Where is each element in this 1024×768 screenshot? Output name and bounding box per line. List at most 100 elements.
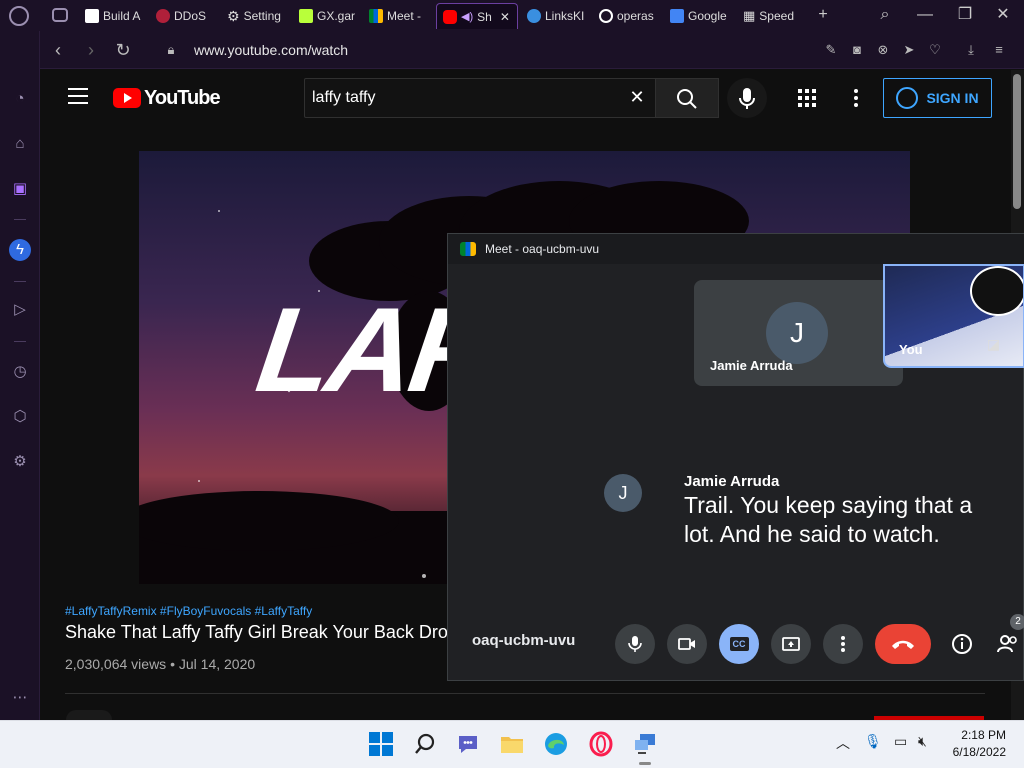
voice-search-button[interactable] [727,78,767,118]
google-translate-icon [670,9,684,23]
gx-corner-icon[interactable] [52,8,68,22]
participant-tile[interactable]: J Jamie Arruda ⚟ [694,280,903,386]
send-icon[interactable]: ➤ [900,41,918,59]
tab-label: Speed [759,9,794,23]
youtube-logo[interactable]: YouTube [113,87,221,109]
volume-muted-icon[interactable]: 🔇︎ [918,733,927,750]
tab-opera[interactable]: operas [599,3,657,29]
tab-youtube-active[interactable]: ◀) Sh ✕ [436,3,518,29]
tab-linkskip[interactable]: LinksKI [527,3,585,29]
gx-corner-sidebar-icon[interactable]: ⌂ [9,133,31,155]
player-icon[interactable]: ▷ [9,299,31,321]
reload-icon[interactable]: ↻ [112,39,134,61]
captions-button[interactable]: CC [719,624,759,664]
sidebar-divider [14,219,26,220]
meet-title-bar[interactable]: Meet - oaq-ucbm-uvu [448,234,1024,264]
tab-settings[interactable]: ⚙ Setting [227,3,285,29]
tab-ddos[interactable]: DDoS [156,3,212,29]
leave-call-button[interactable] [875,624,931,664]
more-options-button[interactable] [823,624,863,664]
youtube-play-icon [113,88,141,108]
gear-icon: ⚙ [227,7,240,24]
block-icon[interactable]: ⊗ [874,41,892,59]
more-options-icon[interactable] [846,88,866,108]
video-hashtags[interactable]: #LaffyTaffyRemix #FlyBoyFuvocals #LaffyT… [65,604,312,618]
search-input[interactable] [305,79,605,117]
search-icon [677,89,697,109]
taskbar-clock[interactable]: 2:18 PM 6/18/2022 [946,727,1006,761]
divider [65,693,985,694]
url-field[interactable]: www.youtube.com/watch [194,42,348,58]
present-screen-icon [782,637,800,651]
roblox-icon [85,9,99,23]
meeting-info-button[interactable] [942,624,982,664]
clear-search-icon[interactable]: ✕ [626,86,648,108]
microphone-icon [739,88,755,109]
history-icon[interactable]: ◷ [9,361,31,383]
tab-google-translate[interactable]: Google [670,3,728,29]
gx-control-icon[interactable]: ◔ [9,88,31,110]
forward-icon[interactable]: › [80,39,102,61]
sign-in-button[interactable]: SIGN IN [883,78,992,118]
ddos-icon [156,9,170,23]
people-button[interactable] [988,624,1024,664]
tab-label: operas [617,9,654,23]
self-view-tile[interactable]: You ◪ [883,264,1024,368]
linkskip-icon [527,9,541,23]
closed-captions-icon: CC [729,637,749,651]
restore-icon[interactable]: ❐ [950,4,980,26]
mic-button[interactable] [615,624,655,664]
hamburger-menu-icon[interactable] [68,88,88,104]
clock-date: 6/18/2022 [952,745,1006,759]
opera-gx-icon[interactable] [588,731,614,757]
new-tab-icon[interactable]: + [808,4,838,26]
remote-desktop-icon[interactable] [632,731,658,757]
more-sidebar-icon[interactable]: ⋯ [9,687,31,709]
heart-icon[interactable]: ♡ [926,41,944,59]
minimize-icon[interactable]: — [910,4,940,26]
active-app-indicator [639,762,651,765]
twitch-icon[interactable]: ▣ [9,178,31,200]
back-icon[interactable]: ‹ [47,39,69,61]
close-window-icon[interactable]: ✕ [988,4,1018,26]
account-circle-icon [896,87,919,109]
edge-browser-icon[interactable] [543,731,569,757]
meet-window-title: Meet - oaq-ucbm-uvu [485,242,600,256]
speaker-icon: ◀) [461,11,474,23]
meeting-code: oaq-ucbm-uvu [472,632,576,649]
teams-chat-icon[interactable] [455,731,481,757]
youtube-icon [443,9,457,24]
messenger-icon[interactable]: ϟ [9,239,31,261]
extensions-cube-icon[interactable]: ⬡ [9,406,31,428]
camera-icon[interactable]: ◙ [848,41,866,59]
sidebar-divider [14,341,26,342]
close-tab-icon[interactable]: ✕ [500,10,510,24]
participant-name: Jamie Arruda [710,358,793,373]
lock-icon[interactable]: 🔒︎ [160,39,182,61]
tab-gx-games[interactable]: GX.gar [299,3,355,29]
tab-speed-dial[interactable]: ▦ Speed [743,3,799,29]
microphone-tray-icon[interactable]: 🎙︎ [864,733,882,750]
camera-button[interactable] [667,624,707,664]
google-meet-icon [369,9,383,23]
chevron-up-icon[interactable]: ︿ [836,733,850,753]
speed-dial-icon: ▦ [743,8,756,23]
tab-meet[interactable]: Meet - [369,3,427,29]
settings-icon[interactable]: ⚙ [9,451,31,473]
scrollbar-thumb[interactable] [1013,74,1021,209]
channel-avatar[interactable] [66,710,112,720]
apps-grid-icon[interactable] [797,88,817,108]
download-icon[interactable]: ⤓ [962,41,980,59]
tab-roblox[interactable]: Build A [85,3,141,29]
windows-start-icon[interactable] [368,731,394,757]
edit-icon[interactable]: ✎ [822,41,840,59]
search-tabs-icon[interactable]: ⌕ [870,4,900,26]
search-icon[interactable] [412,731,438,757]
file-explorer-icon[interactable] [499,731,525,757]
easy-setup-icon[interactable]: ≡ [990,41,1008,59]
present-screen-button[interactable] [771,624,811,664]
search-button[interactable] [656,78,719,118]
display-icon[interactable]: ▭ [894,733,907,750]
opera-menu-icon[interactable] [9,6,29,26]
view-count: 2,030,064 views [65,656,167,672]
